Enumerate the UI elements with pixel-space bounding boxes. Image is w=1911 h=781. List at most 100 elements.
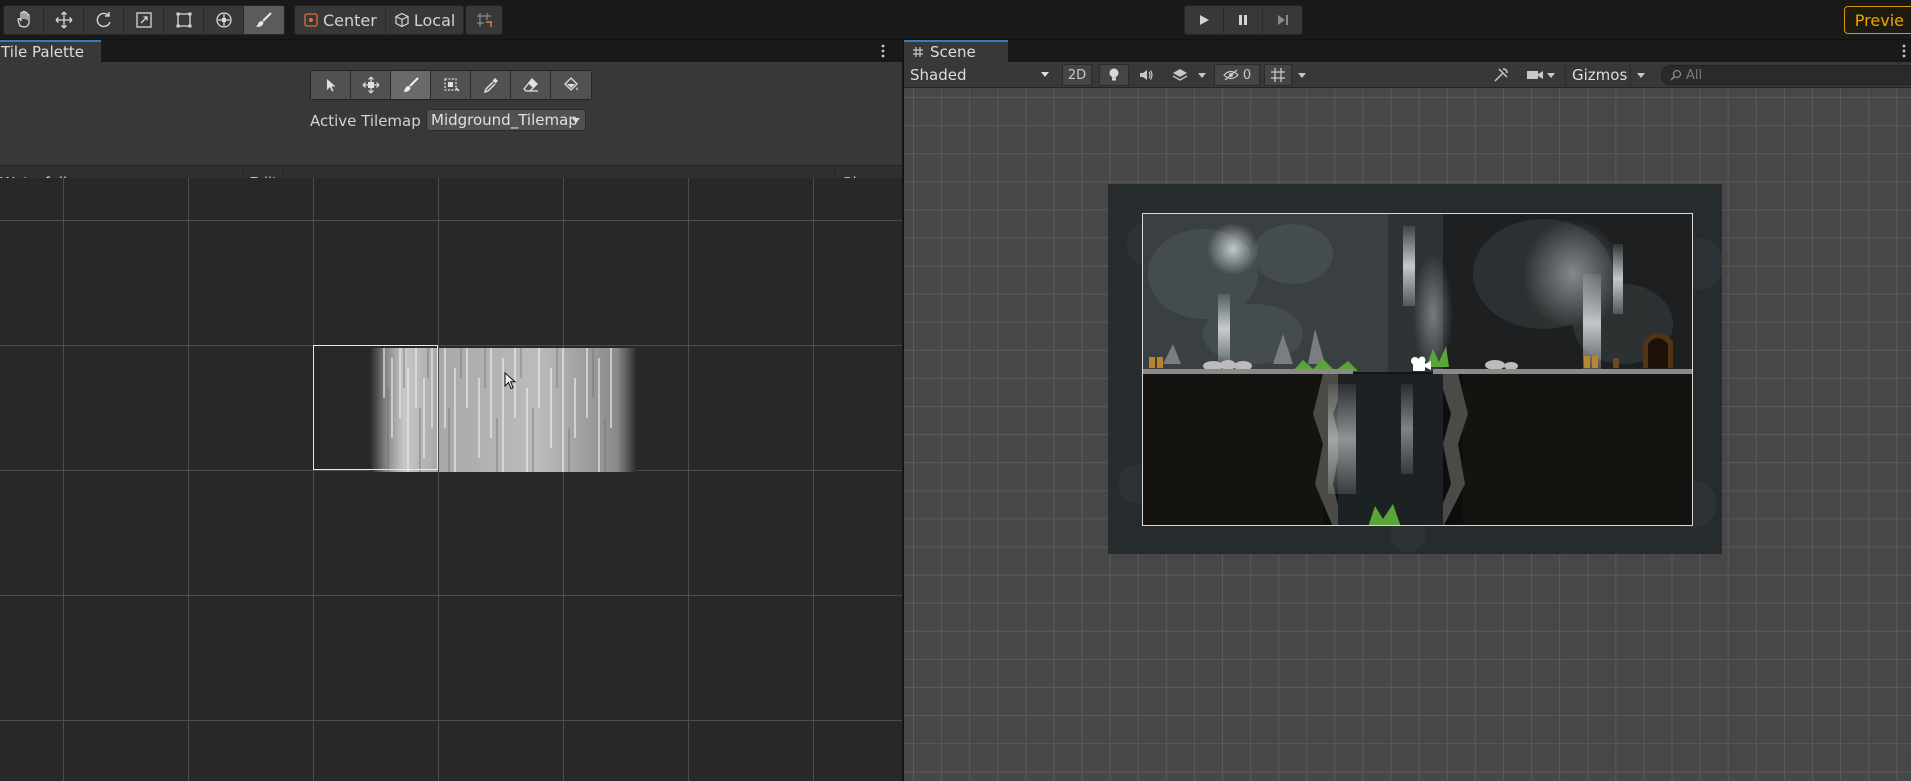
pivot-rotation-label: Local [413,10,456,30]
move-tool-button[interactable] [44,6,84,34]
scene-audio-toggle[interactable] [1132,64,1160,86]
transform-tool-button[interactable] [204,6,244,34]
tile-palette-menu-button[interactable] [873,41,893,61]
kebab-menu-icon [881,44,885,58]
paint-brush-icon [403,77,419,92]
paint-brush-button[interactable] [391,71,431,99]
grid-line [813,178,814,781]
palette-grid[interactable] [0,178,902,781]
chevron-down-icon [1041,72,1049,77]
wrench-tools-icon [1494,68,1508,82]
scale-tool-button[interactable] [124,6,164,34]
select-tool-button[interactable] [311,71,351,99]
scene-search-field[interactable]: All [1661,65,1911,85]
grid-settings-dropdown[interactable] [1294,64,1310,86]
search-icon [1670,69,1682,81]
grid-line [188,178,189,781]
local-cube-icon [395,12,409,28]
grid-line [0,345,902,346]
shading-mode-value: Shaded [910,66,967,84]
scale-tool-icon [135,12,152,28]
hidden-count: 0 [1242,67,1252,83]
hand-tool-button[interactable] [4,6,44,34]
scene-effects-dropdown[interactable] [1194,64,1210,86]
eye-hidden-icon [1223,69,1239,81]
grid-line [313,178,314,781]
tab-tile-palette[interactable]: Tile Palette [0,40,101,62]
scene-menu-button[interactable] [1894,41,1911,61]
pivot-mode-button[interactable]: Center [295,6,386,34]
tile-palette-panel: Tile Palette Active Tilemap Midground_Ti… [0,40,902,781]
tile-selection-box [313,345,438,470]
shading-mode-dropdown[interactable]: Shaded [906,64,1056,86]
tile-palette-tools-area: Active Tilemap Midground_Tilemap Waterfa… [0,62,902,200]
tools-overlay-button[interactable] [1487,64,1515,86]
waterfall-tile-right[interactable] [439,348,637,472]
mode-2d-label: 2D [1067,67,1087,83]
tile-palette-tab-label: Tile Palette [1,43,84,61]
eraser-icon [522,78,538,92]
grid-visibility-toggle[interactable] [1264,64,1292,86]
rotate-tool-button[interactable] [84,6,124,34]
pivot-rotation-button[interactable]: Local [386,6,463,34]
camera-icon [1527,71,1543,79]
layers-icon [1172,69,1188,81]
select-arrow-icon [326,79,335,92]
tab-scene[interactable]: Scene [904,40,1008,62]
brush-tool-button[interactable] [244,6,284,34]
unity-editor: Center Local Previe Tile Palette Active … [0,0,1911,781]
pause-icon [1239,15,1247,25]
gizmos-options-dropdown[interactable] [1630,64,1650,86]
grid-line [0,220,902,221]
move-selection-button[interactable] [351,71,391,99]
step-icon [1277,15,1288,25]
main-toolbar: Center Local Previe [0,0,1911,40]
chevron-down-icon [572,118,580,123]
grid-snap-group [465,5,503,35]
rotate-tool-icon [96,12,111,28]
paint-bucket-icon [564,77,578,91]
mode-2d-toggle[interactable]: 2D [1062,64,1092,86]
active-tilemap-value: Midground_Tilemap [431,111,578,129]
eyedropper-icon [483,78,498,94]
preview-packages-button[interactable]: Previe [1843,6,1911,34]
grid-line [0,595,902,596]
rect-tool-button[interactable] [164,6,204,34]
scene-panel: Scene Shaded 2D 0 Gizmos All [903,40,1911,781]
play-button[interactable] [1185,6,1224,34]
transform-tool-icon [215,12,232,28]
grid-snap-icon [477,13,492,27]
eraser-tool-button[interactable] [511,71,551,99]
hidden-objects-toggle[interactable]: 0 [1214,64,1260,86]
box-fill-icon [443,78,460,92]
mouse-cursor-icon [504,372,516,390]
brush-tool-icon [256,12,272,27]
scene-effects-button[interactable] [1166,64,1194,86]
chevron-down-icon [1198,72,1206,78]
grid-line [0,720,902,721]
step-button[interactable] [1263,6,1302,34]
pivot-center-icon [304,13,318,27]
grid-snap-button[interactable] [466,6,502,34]
scene-tab-label: Scene [930,43,976,61]
lightbulb-icon [1109,68,1119,81]
scene-lighting-toggle[interactable] [1099,64,1129,86]
active-tilemap-label: Active Tilemap [310,112,421,130]
scene-gizmos-label: Gizmos [1572,66,1628,84]
move-selection-icon [362,76,379,94]
scene-viewport[interactable] [904,89,1911,781]
box-fill-button[interactable] [431,71,471,99]
fill-tool-button[interactable] [551,71,591,99]
tilemap-tool-row [310,70,592,100]
camera-bounds-frame [1142,213,1693,526]
tile-palette-tabbar: Tile Palette [0,40,902,62]
pause-button[interactable] [1224,6,1263,34]
grid-hash-icon [913,47,923,57]
scene-camera-dropdown[interactable] [1521,64,1561,86]
active-tilemap-dropdown[interactable]: Midground_Tilemap [426,109,586,131]
move-tool-icon [55,11,72,29]
chevron-down-icon [1636,72,1645,78]
kebab-menu-icon [1902,44,1906,58]
level-background[interactable] [1108,184,1722,554]
picker-tool-button[interactable] [471,71,511,99]
